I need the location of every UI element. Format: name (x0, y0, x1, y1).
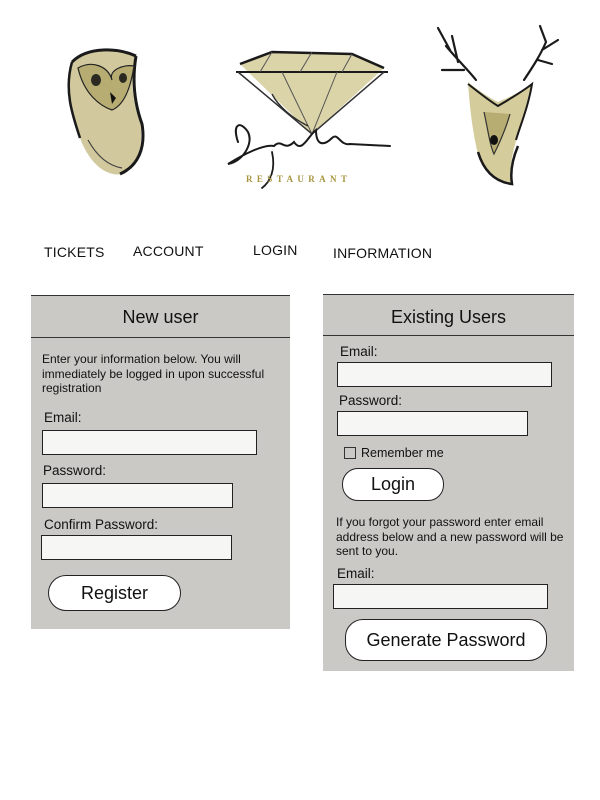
reset-email-label: Email: (337, 566, 375, 581)
login-password-input[interactable] (337, 411, 528, 436)
remember-me-label: Remember me (361, 446, 444, 460)
nav-information[interactable]: INFORMATION (333, 245, 432, 261)
existing-users-title-divider (323, 335, 574, 336)
new-user-title-divider (31, 337, 290, 338)
confirm-password-input[interactable] (41, 535, 232, 560)
register-password-input[interactable] (42, 483, 233, 508)
existing-users-title: Existing Users (390, 307, 507, 327)
registration-instructions: Enter your information below. You will i… (42, 352, 265, 395)
deer-icon (436, 24, 560, 186)
existing-users-panel: Existing Users Email: Password: Remember… (323, 294, 574, 671)
remember-me-checkbox[interactable] (344, 447, 356, 459)
generate-password-button[interactable]: Generate Password (345, 619, 547, 661)
nav-login[interactable]: LOGIN (253, 242, 298, 258)
register-password-label: Password: (43, 463, 107, 478)
nav-tickets[interactable]: TICKETS (44, 244, 105, 260)
login-email-label: Email: (340, 344, 378, 359)
confirm-password-label: Confirm Password: (44, 517, 159, 532)
login-button[interactable]: Login (342, 468, 444, 501)
login-email-input[interactable] (337, 362, 552, 387)
new-user-title: New user (122, 307, 199, 327)
register-email-input[interactable] (42, 430, 257, 455)
brand-wordmark: RESTAURANT (246, 174, 352, 184)
reset-email-input[interactable] (333, 584, 548, 609)
register-button[interactable]: Register (48, 575, 181, 611)
owl-icon (67, 48, 145, 176)
login-password-label: Password: (339, 393, 403, 408)
nav-account[interactable]: ACCOUNT (133, 243, 204, 259)
forgot-password-instructions: If you forgot your password enter email … (336, 515, 564, 558)
restaurant-logo: RESTAURANT (212, 42, 402, 197)
new-user-panel: New user Enter your information below. Y… (31, 295, 290, 629)
register-email-label: Email: (44, 410, 82, 425)
